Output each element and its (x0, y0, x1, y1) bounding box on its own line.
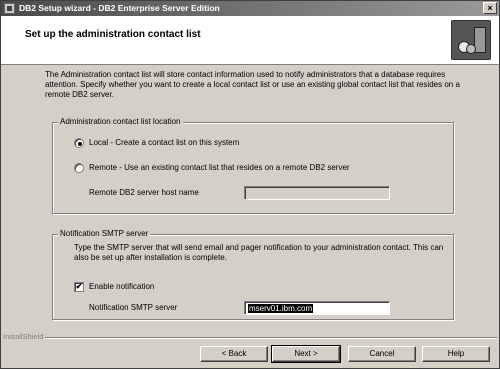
title-bar[interactable]: DB2 Setup wizard - DB2 Enterprise Server… (1, 1, 499, 16)
remote-host-label: Remote DB2 server host name (89, 188, 199, 197)
location-groupbox: Administration contact list location Loc… (52, 117, 454, 214)
cancel-button[interactable]: Cancel (348, 346, 416, 362)
smtp-groupbox: Notification SMTP server Type the SMTP s… (52, 229, 454, 320)
remote-radio-label[interactable]: Remote - Use an existing contact list th… (89, 163, 350, 172)
next-button[interactable]: Next > (271, 345, 341, 363)
remote-host-input[interactable] (244, 186, 390, 200)
back-button[interactable]: < Back (200, 346, 268, 362)
smtp-group-legend: Notification SMTP server (58, 229, 151, 238)
close-button[interactable]: × (483, 2, 497, 14)
local-radio-label[interactable]: Local - Create a contact list on this sy… (89, 138, 239, 147)
remote-radio[interactable] (74, 163, 84, 173)
window-title: DB2 Setup wizard - DB2 Enterprise Server… (19, 3, 220, 13)
enable-notification-checkbox[interactable]: ✔ (74, 282, 84, 292)
enable-notification-label[interactable]: Enable notification (89, 282, 154, 291)
wizard-footer: InstallShield < Back Next > Cancel Help (1, 332, 499, 368)
installshield-brand: InstallShield (3, 332, 44, 341)
intro-text: The Administration contact list will sto… (45, 70, 460, 99)
help-button[interactable]: Help (422, 346, 490, 362)
disk-graphic (466, 44, 476, 54)
setup-wizard-window: DB2 Setup wizard - DB2 Enterprise Server… (0, 0, 500, 369)
wizard-header: Set up the administration contact list (1, 16, 499, 65)
smtp-server-input[interactable]: mserv01.ibm.com (244, 301, 390, 315)
smtp-description: Type the SMTP server that will send emai… (74, 243, 444, 262)
smtp-server-label: Notification SMTP server (89, 303, 178, 312)
page-title: Set up the administration contact list (25, 29, 201, 40)
local-radio[interactable] (74, 138, 84, 148)
location-group-legend: Administration contact list location (58, 117, 183, 126)
footer-divider (45, 337, 497, 339)
wizard-content: The Administration contact list will sto… (1, 66, 499, 332)
app-icon (4, 3, 15, 14)
setup-disks-icon (451, 20, 491, 60)
smtp-server-value: mserv01.ibm.com (248, 304, 314, 313)
